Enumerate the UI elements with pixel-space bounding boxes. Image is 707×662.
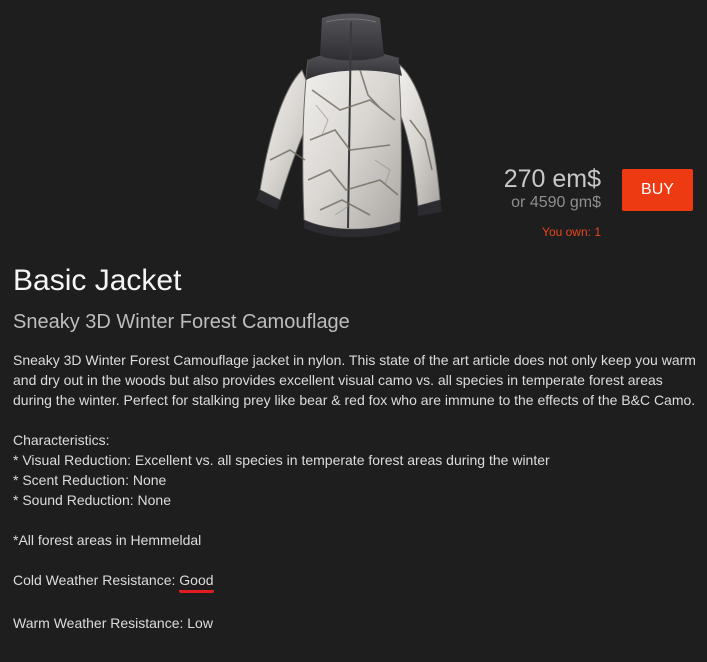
jacket-image (256, 13, 442, 238)
cold-weather-resistance: Cold Weather Resistance: Good (13, 570, 701, 593)
product-description-section: Sneaky 3D Winter Forest Camouflage jacke… (13, 350, 701, 633)
price-block: 270 em$ or 4590 gm$ (504, 164, 601, 211)
characteristic-item: * Scent Reduction: None (13, 472, 167, 488)
buy-button[interactable]: BUY (622, 169, 693, 211)
cold-weather-label: Cold Weather Resistance: (13, 572, 180, 588)
characteristic-item: * Sound Reduction: None (13, 492, 171, 508)
cold-weather-value: Good (179, 571, 214, 593)
characteristic-item: * Visual Reduction: Excellent vs. all sp… (13, 452, 550, 468)
price-gm: or 4590 gm$ (511, 194, 601, 211)
price-em: 270 em$ (503, 165, 601, 193)
characteristics-heading: Characteristics: (13, 432, 110, 448)
product-title: Basic Jacket (13, 264, 182, 297)
product-subtitle: Sneaky 3D Winter Forest Camouflage (13, 311, 350, 333)
warm-weather-resistance: Warm Weather Resistance: Low (13, 615, 213, 631)
product-description: Sneaky 3D Winter Forest Camouflage jacke… (13, 352, 696, 408)
owned-count: You own: 1 (542, 225, 601, 239)
forest-footnote: *All forest areas in Hemmeldal (13, 532, 202, 548)
